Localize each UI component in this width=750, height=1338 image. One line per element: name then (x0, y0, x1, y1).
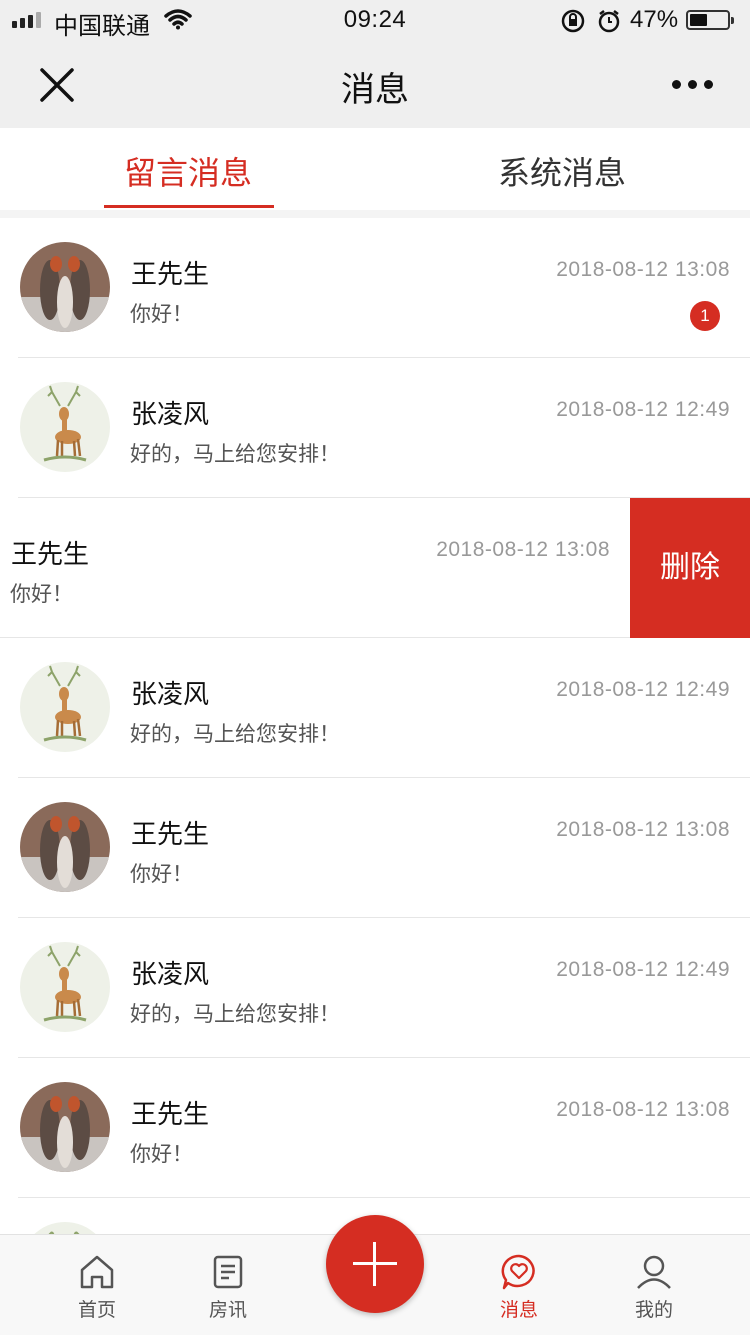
tab-home-label: 首页 (77, 1299, 116, 1321)
list-item[interactable]: 张凌风 好的，马上给您安排！ 2018-08-12 12:49 (0, 358, 750, 498)
user-icon (637, 1255, 671, 1289)
more-icon[interactable] (672, 80, 713, 89)
deer-avatar (20, 942, 110, 1032)
message-time: 2018-08-12 13:08 (556, 1098, 730, 1121)
news-icon (213, 1255, 243, 1289)
nav-bar: 消息 (0, 40, 750, 128)
tab-news-label: 房讯 (208, 1299, 247, 1321)
tab-system-message[interactable]: 系统消息 (412, 148, 712, 194)
battery-icon (686, 10, 734, 30)
message-heart-icon (501, 1254, 535, 1290)
sender-name: 王先生 (11, 540, 90, 570)
list-item[interactable]: 王先生 你好！ 2018-08-12 13:08 1 (0, 218, 750, 358)
squirrel-avatar (20, 802, 110, 892)
home-icon (80, 1255, 114, 1289)
rotation-lock-icon (561, 9, 585, 33)
tab-leave-message[interactable]: 留言消息 (38, 148, 338, 194)
sender-name: 王先生 (131, 1100, 210, 1130)
message-time: 2018-08-12 12:49 (556, 958, 730, 981)
message-tabs: 留言消息 系统消息 (0, 128, 750, 210)
section-divider (0, 210, 750, 218)
tab-messages-label: 消息 (499, 1299, 538, 1321)
list-item[interactable]: 王先生 你好！ 2018-08-12 13:08 (0, 778, 750, 918)
message-preview: 你好！ (10, 582, 73, 606)
delete-button[interactable]: 删除 (630, 498, 750, 638)
list-item[interactable]: 王先生 你好！ 2018-08-12 13:08 (0, 1058, 750, 1198)
message-preview: 好的，马上给您安排！ (130, 442, 340, 466)
message-list: 王先生 你好！ 2018-08-12 13:08 1 张凌风 好的，马上给您安排… (0, 218, 750, 1338)
tab-home[interactable]: 首页 (47, 1253, 147, 1322)
message-preview: 你好！ (130, 302, 193, 326)
sender-name: 张凌风 (131, 960, 210, 990)
tab-profile-label: 我的 (634, 1299, 673, 1321)
deer-avatar (20, 382, 110, 472)
unread-badge: 1 (690, 301, 720, 331)
tab-news[interactable]: 房讯 (178, 1253, 278, 1322)
battery-percentage: 47% (630, 6, 679, 33)
list-item[interactable]: 张凌风 好的，马上给您安排！ 2018-08-12 12:49 (0, 638, 750, 778)
active-tab-indicator (104, 205, 274, 208)
list-item[interactable]: 张凌风 好的，马上给您安排！ 2018-08-12 12:49 (0, 918, 750, 1058)
page-title: 消息 (341, 70, 409, 110)
message-time: 2018-08-12 12:49 (556, 678, 730, 701)
message-preview: 你好！ (130, 1142, 193, 1166)
message-preview: 好的，马上给您安排！ (130, 722, 340, 746)
message-time: 2018-08-12 12:49 (556, 398, 730, 421)
sender-name: 张凌风 (131, 400, 210, 430)
deer-avatar (20, 662, 110, 752)
sender-name: 王先生 (131, 820, 210, 850)
add-button[interactable] (326, 1215, 424, 1313)
tab-profile[interactable]: 我的 (604, 1253, 704, 1322)
message-preview: 好的，马上给您安排！ (130, 1002, 340, 1026)
squirrel-avatar (20, 242, 110, 332)
tab-messages[interactable]: 消息 (469, 1253, 569, 1322)
sender-name: 张凌风 (131, 680, 210, 710)
message-time: 2018-08-12 13:08 (436, 538, 610, 561)
list-item-swiped[interactable]: 王先生 你好！ 2018-08-12 13:08 删除 (0, 498, 750, 638)
sender-name: 王先生 (131, 260, 210, 290)
message-time: 2018-08-12 13:08 (556, 258, 730, 281)
message-preview: 你好！ (130, 862, 193, 886)
alarm-icon (598, 10, 620, 33)
message-time: 2018-08-12 13:08 (556, 818, 730, 841)
status-bar: 中国联通 09:24 47% (0, 0, 750, 40)
squirrel-avatar (20, 1082, 110, 1172)
